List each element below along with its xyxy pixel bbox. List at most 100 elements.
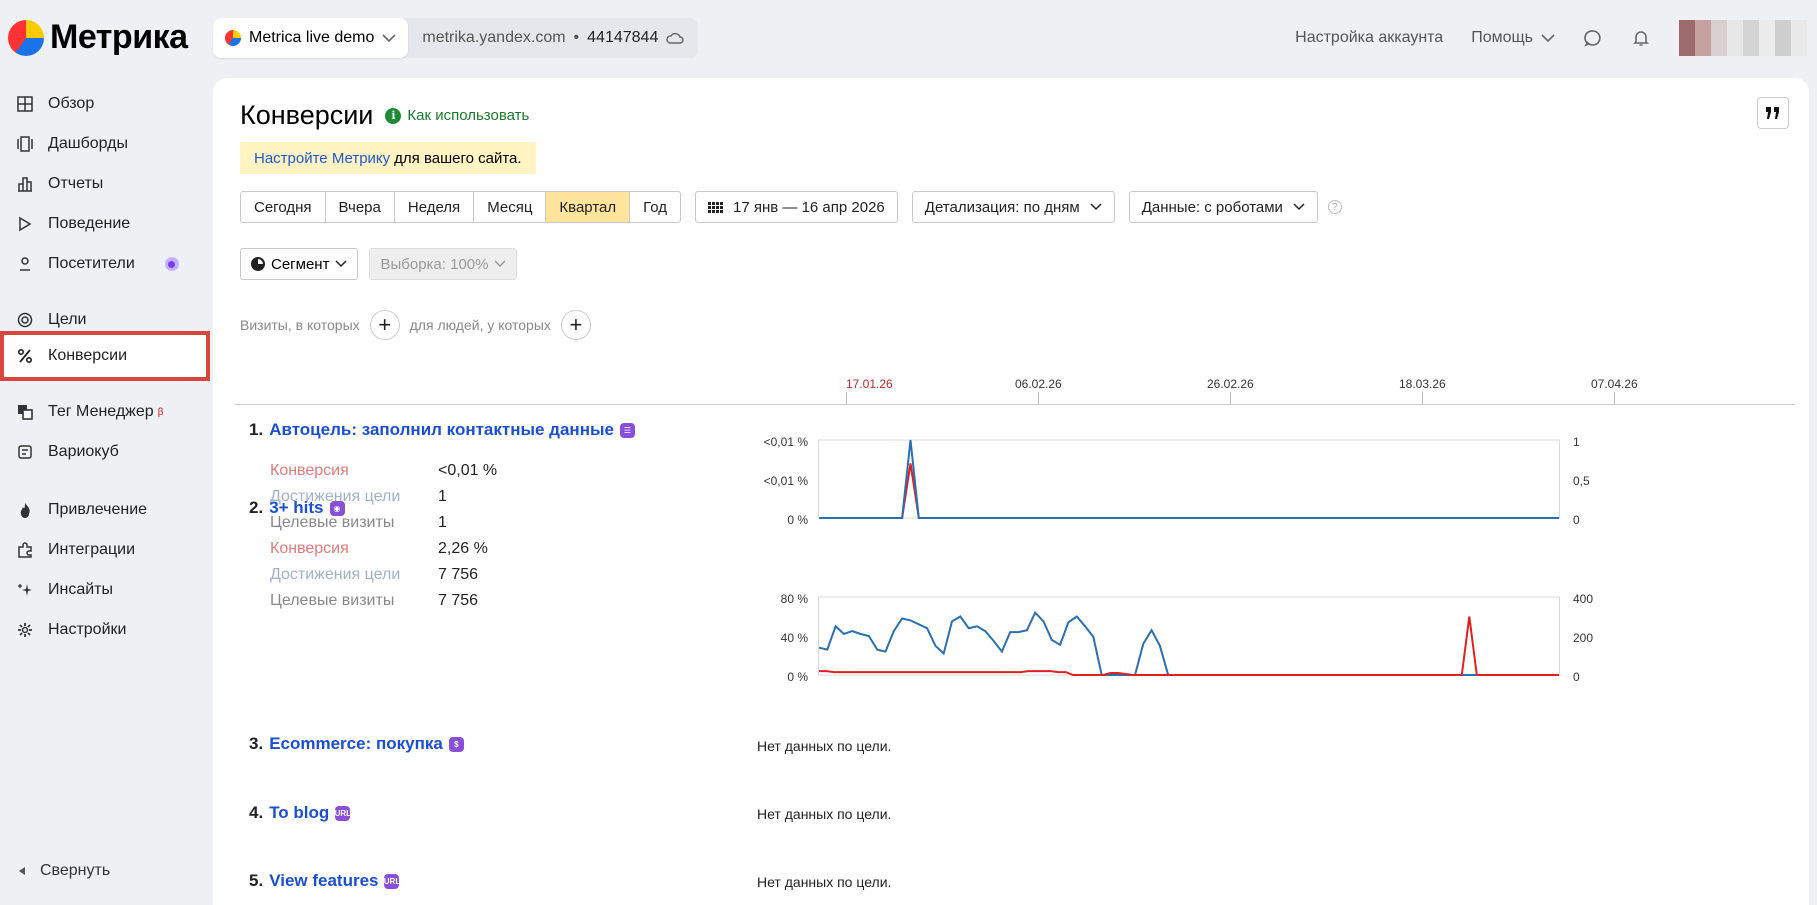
- setup-notice: Настройте Метрику для вашего сайта.: [240, 142, 536, 174]
- main-panel: Конверсии i Как использовать Настройте М…: [213, 78, 1809, 905]
- sidebar-item-variocube[interactable]: Вариокуб: [0, 434, 212, 470]
- avatar[interactable]: [1679, 20, 1807, 56]
- quote-button[interactable]: [1757, 97, 1789, 129]
- bell-icon[interactable]: [1631, 28, 1651, 48]
- goal-link[interactable]: Ecommerce: покупка: [269, 734, 443, 754]
- sidebar-item-label: Тег Менеджер: [48, 403, 154, 420]
- metric-name: Конверсия: [270, 540, 349, 557]
- segment-button[interactable]: Сегмент: [240, 248, 359, 280]
- detail-label: Детализация: по дням: [924, 198, 1080, 216]
- sidebar-item-acquisition[interactable]: Привлечение: [0, 492, 212, 528]
- sidebar-item-label: Конверсии: [48, 347, 128, 364]
- period-quarter[interactable]: Квартал: [546, 192, 631, 222]
- metric-row: Достижения цели 7 756: [249, 562, 488, 588]
- chevron-down-icon: [335, 260, 347, 268]
- counter-selector[interactable]: Metrica live demo: [213, 18, 409, 58]
- timeline-tick: [1230, 392, 1231, 404]
- data-mode-dropdown[interactable]: Данные: с роботами: [1128, 191, 1318, 223]
- collapse-sidebar-button[interactable]: Свернуть: [18, 862, 110, 880]
- help-menu[interactable]: Помощь: [1471, 29, 1555, 47]
- metric-name: Конверсия: [270, 462, 349, 479]
- sidebar-item-conversions[interactable]: Конверсии: [0, 331, 210, 381]
- account-settings-link[interactable]: Настройка аккаунта: [1295, 29, 1443, 47]
- period-today[interactable]: Сегодня: [241, 192, 326, 222]
- y-right-tick: 0: [1573, 513, 1580, 527]
- chevron-down-icon: [1541, 34, 1555, 43]
- goal-4: 4. To blog URL: [249, 803, 351, 823]
- counter-box: Metrica live demo metrika.yandex.com • 4…: [213, 18, 699, 58]
- sidebar-item-label: Вариокуб: [48, 443, 119, 460]
- sidebar-item-reports[interactable]: Отчеты: [0, 166, 212, 202]
- y-left-tick: <0,01 %: [763, 474, 808, 488]
- period-yesterday[interactable]: Вчера: [326, 192, 395, 222]
- period-year[interactable]: Год: [630, 192, 680, 222]
- sidebar-item-tag-manager[interactable]: Тег Менеджер β: [0, 394, 212, 430]
- how-to-use-label: Как использовать: [407, 107, 530, 124]
- y-left-tick: <0,01 %: [763, 435, 808, 449]
- sidebar-item-insights[interactable]: Инсайты: [0, 572, 212, 608]
- sidebar-item-label: Отчеты: [48, 175, 104, 192]
- goal-number: 3.: [249, 734, 264, 753]
- sidebar-item-overview[interactable]: Обзор: [0, 86, 212, 122]
- metric-value: 2,26 %: [438, 540, 488, 557]
- target-icon: [16, 311, 34, 329]
- puzzle-icon: [16, 541, 34, 559]
- goal-number: 1.: [249, 420, 264, 439]
- metric-name: Достижения цели: [270, 566, 401, 583]
- page-title-row: Конверсии i Как использовать: [240, 100, 529, 131]
- y-left-tick: 80 %: [780, 592, 808, 606]
- goal-link[interactable]: 3+ hits: [269, 498, 323, 518]
- person-icon: [16, 255, 34, 273]
- goal-3: 3. Ecommerce: покупка $: [249, 734, 464, 754]
- people-filter-label: для людей, у которых: [409, 317, 551, 333]
- line-chart: [818, 439, 1560, 519]
- triangle-left-icon: [19, 867, 25, 875]
- no-data-message: Нет данных по цели.: [757, 806, 892, 822]
- logo[interactable]: Метрика: [8, 18, 188, 57]
- chart-frame: [818, 596, 1560, 676]
- period-week[interactable]: Неделя: [395, 192, 475, 222]
- add-visit-filter-button[interactable]: +: [369, 310, 400, 340]
- goal-link[interactable]: To blog: [269, 803, 329, 823]
- gear-icon: [16, 621, 34, 639]
- sample-dropdown[interactable]: Выборка: 100%: [369, 248, 518, 280]
- goal-link[interactable]: View features: [269, 871, 378, 891]
- no-data-message: Нет данных по цели.: [757, 874, 892, 890]
- y-right-tick: 1: [1573, 435, 1580, 449]
- sidebar: Обзор Дашборды Отчеты Поведение Посетите…: [0, 80, 212, 905]
- metric-row: Целевые визиты 7 756: [249, 588, 488, 614]
- metric-value: <0,01 %: [438, 462, 498, 479]
- metric-name: Целевые визиты: [270, 592, 395, 609]
- dollar-goal-icon: $: [448, 736, 464, 752]
- form-goal-icon: ☰: [619, 422, 635, 438]
- counter-domain: metrika.yandex.com: [422, 29, 566, 46]
- help-question-icon[interactable]: ?: [1327, 200, 1342, 214]
- sidebar-item-dashboards[interactable]: Дашборды: [0, 126, 212, 162]
- sidebar-item-behavior[interactable]: Поведение: [0, 206, 212, 242]
- period-month[interactable]: Месяц: [474, 192, 547, 222]
- sidebar-item-integrations[interactable]: Интеграции: [0, 532, 212, 568]
- detail-dropdown[interactable]: Детализация: по дням: [911, 191, 1115, 223]
- timeline-label: 26.02.26: [1207, 377, 1254, 391]
- goal-link[interactable]: Автоцель: заполнил контактные данные: [269, 420, 614, 440]
- logo-text: Метрика: [50, 18, 188, 56]
- add-people-filter-button[interactable]: +: [560, 310, 591, 340]
- date-range-picker[interactable]: 17 янв — 16 апр 2026: [695, 191, 898, 223]
- filters-row: Визиты, в которых + для людей, у которых…: [240, 310, 591, 340]
- goal-number: 5.: [249, 871, 264, 890]
- goal-number: 4.: [249, 803, 264, 822]
- segment-controls: Сегмент Выборка: 100%: [240, 248, 518, 280]
- sidebar-item-visitors[interactable]: Посетители: [0, 246, 212, 282]
- header-right: Настройка аккаунта Помощь: [1295, 18, 1807, 58]
- period-selector: Сегодня Вчера Неделя Месяц Квартал Год: [240, 191, 682, 223]
- metrika-logo-icon: [8, 19, 44, 56]
- fire-icon: [16, 501, 34, 519]
- calendar-icon: [708, 201, 724, 213]
- url-goal-icon: URL: [384, 873, 400, 889]
- page-title: Конверсии: [240, 100, 374, 130]
- sidebar-item-settings[interactable]: Настройки: [0, 612, 212, 648]
- how-to-use-link[interactable]: i Как использовать: [385, 107, 529, 124]
- setup-metrika-link[interactable]: Настройте Метрику: [254, 150, 390, 167]
- chat-icon[interactable]: [1583, 28, 1603, 48]
- timeline-axis: [235, 404, 1795, 405]
